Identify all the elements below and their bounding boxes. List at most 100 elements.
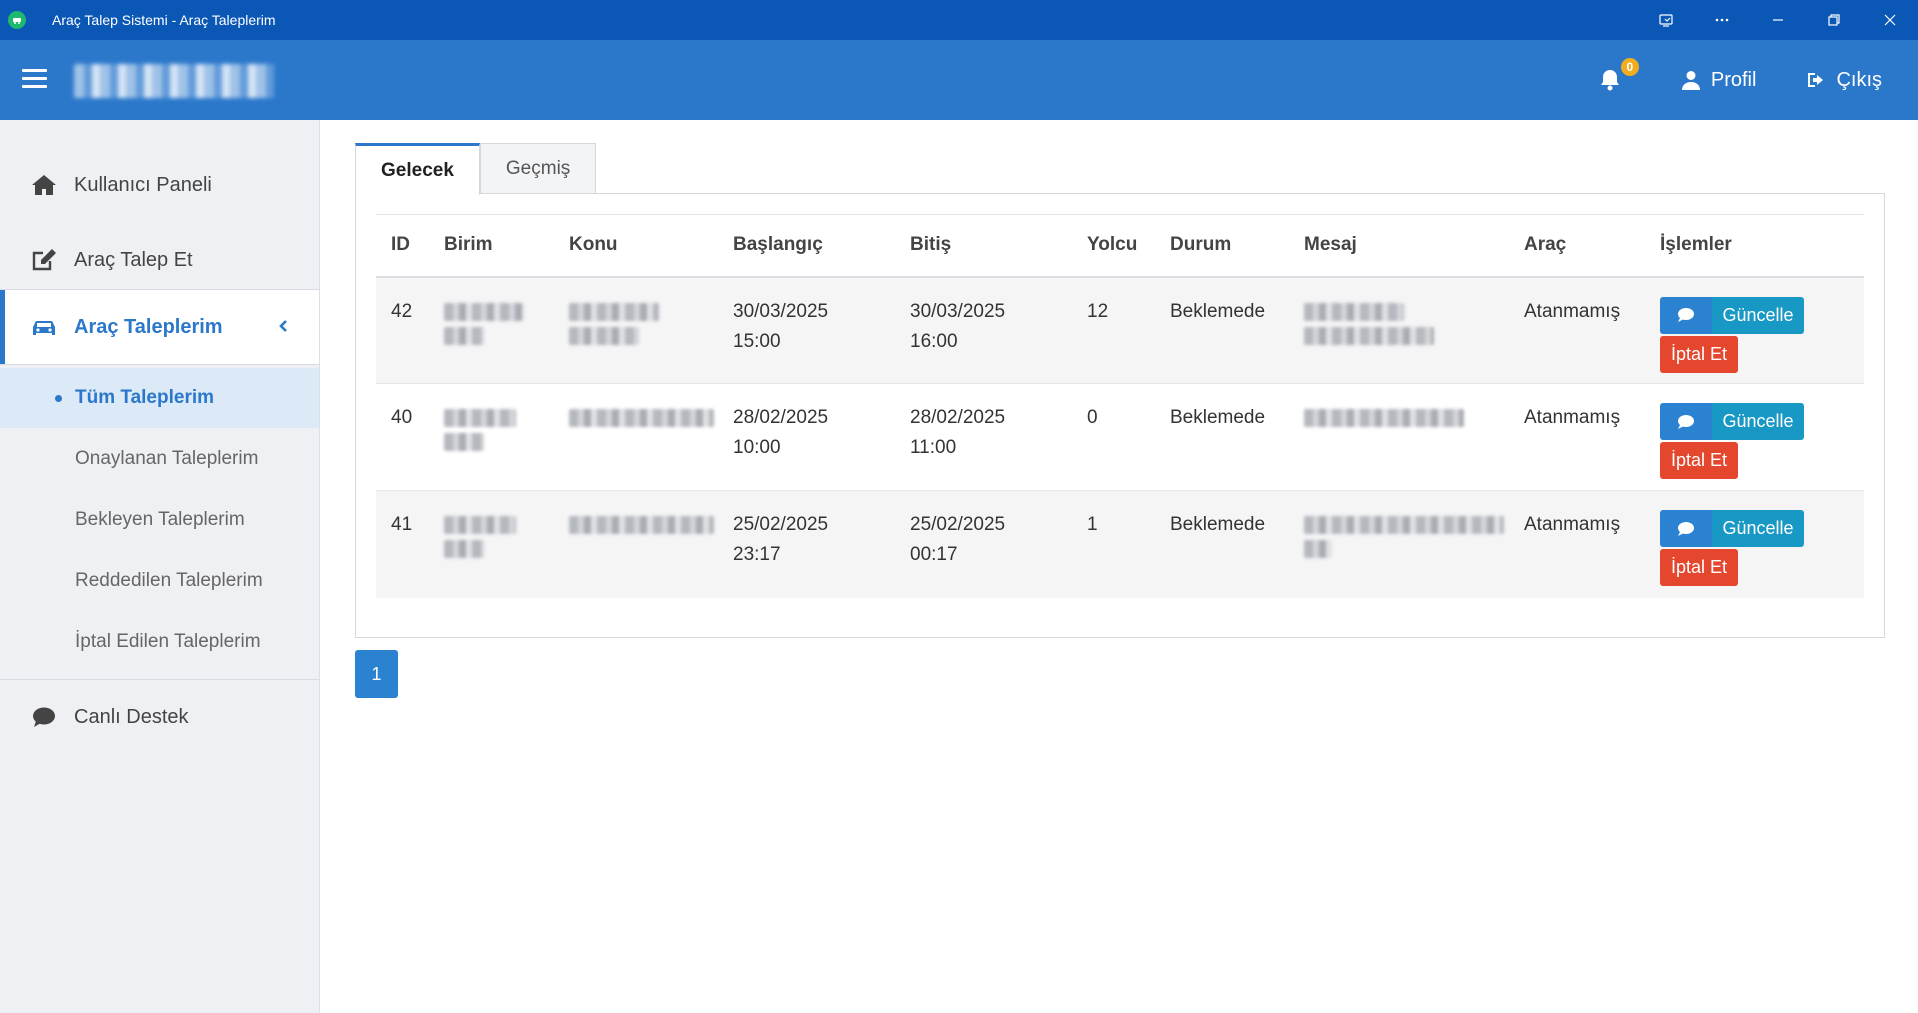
submenu-label: Reddedilen Taleplerim — [75, 570, 263, 591]
submenu-rejected-requests[interactable]: Reddedilen Taleplerim — [0, 551, 319, 611]
submenu-label: Onaylanan Taleplerim — [75, 448, 259, 469]
window-titlebar: Araç Talep Sistemi - Araç Taleplerim — [0, 0, 1918, 40]
profile-label: Profil — [1710, 68, 1757, 91]
column-header: Başlangıç — [718, 214, 895, 278]
submenu-cancelled-requests[interactable]: İptal Edilen Taleplerim — [0, 612, 319, 672]
requests-panel: ID Birim Konu Başlangıç Bitiş Yolcu Duru… — [355, 193, 1885, 638]
chevron-left-icon — [279, 320, 287, 332]
requests-table: ID Birim Konu Başlangıç Bitiş Yolcu Duru… — [376, 214, 1864, 598]
minimize-icon[interactable] — [1750, 0, 1806, 40]
table-row: 40 28/02/2025 10:00 28/02/2025 11:00 0 Bek… — [376, 383, 1864, 491]
cell-message — [1289, 276, 1509, 384]
notifications-button[interactable]: 0 — [1599, 56, 1641, 92]
message-button[interactable] — [1660, 403, 1712, 440]
sidebar-item-live-support[interactable]: Canlı Destek — [0, 680, 319, 754]
brand-logo — [74, 64, 274, 98]
message-button[interactable] — [1660, 510, 1712, 547]
end-date: 28/02/2025 — [910, 407, 1006, 428]
cell-subject — [554, 383, 718, 491]
cell-message — [1289, 383, 1509, 491]
user-icon — [1681, 71, 1700, 90]
cancel-request-button[interactable]: İptal Et — [1660, 442, 1738, 479]
comment-icon — [1678, 521, 1694, 536]
cell-actions: Güncelle İptal Et — [1645, 490, 1864, 598]
update-button[interactable]: Güncelle — [1712, 510, 1804, 547]
column-header: Araç — [1509, 214, 1645, 278]
submenu-approved-requests[interactable]: Onaylanan Taleplerim — [0, 429, 319, 489]
column-header: Bitiş — [895, 214, 1072, 278]
logout-label: Çıkış — [1836, 68, 1882, 91]
app-car-icon — [8, 11, 26, 29]
profile-link[interactable]: Profil — [1681, 68, 1757, 92]
end-time: 00:17 — [910, 544, 958, 565]
cell-id: 42 — [376, 276, 429, 384]
cancel-request-button[interactable]: İptal Et — [1660, 335, 1738, 373]
message-button[interactable] — [1660, 296, 1712, 334]
cell-vehicle: Atanmamış — [1509, 490, 1645, 598]
cell-vehicle: Atanmamış — [1509, 383, 1645, 491]
cell-status: Beklemede — [1155, 490, 1289, 598]
sidebar-item-label: Canlı Destek — [74, 705, 189, 728]
sidebar-item-user-panel[interactable]: Kullanıcı Paneli — [0, 148, 319, 222]
comment-icon — [1678, 414, 1694, 429]
cell-id: 40 — [376, 383, 429, 491]
column-header: Birim — [429, 214, 554, 278]
tab-past[interactable]: Geçmiş — [479, 143, 597, 194]
cell-unit — [429, 276, 554, 384]
cell-status: Beklemede — [1155, 383, 1289, 491]
column-header: Konu — [554, 214, 718, 278]
column-header: İşlemler — [1645, 214, 1864, 278]
cell-subject — [554, 276, 718, 384]
cell-actions: Güncelle İptal Et — [1645, 276, 1864, 384]
bell-icon — [1600, 70, 1619, 91]
close-icon[interactable] — [1862, 0, 1918, 40]
cell-unit — [429, 383, 554, 491]
logout-link[interactable]: Çıkış — [1806, 69, 1882, 92]
submenu-label: Bekleyen Taleplerim — [75, 509, 245, 530]
start-date: 25/02/2025 — [733, 514, 829, 535]
sidebar: Kullanıcı Paneli Araç Talep Et Araç Tale… — [0, 120, 320, 1013]
cell-actions: Güncelle İptal Et — [1645, 383, 1864, 491]
submenu-label: Tüm Taleplerim — [75, 387, 215, 408]
end-time: 16:00 — [910, 330, 958, 352]
column-header: Mesaj — [1289, 214, 1509, 278]
sidebar-item-vehicle-request[interactable]: Araç Talep Et — [0, 223, 319, 297]
cancel-request-button[interactable]: İptal Et — [1660, 549, 1738, 586]
table-header-row: ID Birim Konu Başlangıç Bitiş Yolcu Duru… — [376, 214, 1864, 278]
menu-toggle-icon[interactable] — [22, 69, 47, 89]
update-button[interactable]: Güncelle — [1712, 403, 1804, 440]
submenu-pending-requests[interactable]: Bekleyen Taleplerim — [0, 490, 319, 550]
cell-start: 28/02/2025 10:00 — [718, 383, 895, 491]
column-header: Durum — [1155, 214, 1289, 278]
cell-passengers: 1 — [1072, 490, 1155, 598]
cell-subject — [554, 490, 718, 598]
start-time: 23:17 — [733, 544, 781, 565]
cell-id: 41 — [376, 490, 429, 598]
cell-unit — [429, 490, 554, 598]
start-date: 28/02/2025 — [733, 407, 829, 428]
restore-icon[interactable] — [1806, 0, 1862, 40]
column-header: Yolcu — [1072, 214, 1155, 278]
start-time: 15:00 — [733, 330, 781, 352]
cast-icon[interactable] — [1638, 0, 1694, 40]
cell-end: 28/02/2025 11:00 — [895, 383, 1072, 491]
submenu-label: İptal Edilen Taleplerim — [75, 631, 261, 652]
submenu-all-requests[interactable]: Tüm Taleplerim — [0, 368, 319, 428]
more-options-icon[interactable] — [1694, 0, 1750, 40]
column-header: ID — [376, 214, 429, 278]
cell-message — [1289, 490, 1509, 598]
end-date: 30/03/2025 — [910, 300, 1006, 322]
tab-upcoming[interactable]: Gelecek — [355, 143, 480, 195]
window-title: Araç Talep Sistemi - Araç Taleplerim — [52, 12, 276, 28]
update-button[interactable]: Güncelle — [1712, 296, 1804, 334]
sidebar-item-label: Araç Taleplerim — [74, 315, 223, 338]
cell-start: 30/03/2025 15:00 — [718, 276, 895, 384]
notification-badge: 0 — [1618, 56, 1641, 78]
sidebar-item-label: Kullanıcı Paneli — [74, 173, 212, 196]
end-date: 25/02/2025 — [910, 514, 1006, 535]
sidebar-item-my-requests[interactable]: Araç Taleplerim — [0, 290, 319, 364]
pagination-page-1[interactable]: 1 — [355, 650, 398, 698]
chat-icon — [30, 705, 58, 729]
start-date: 30/03/2025 — [733, 300, 829, 322]
table-row: 42 30/03/2025 15:00 30/03/2025 16:00 12 Be… — [376, 276, 1864, 384]
